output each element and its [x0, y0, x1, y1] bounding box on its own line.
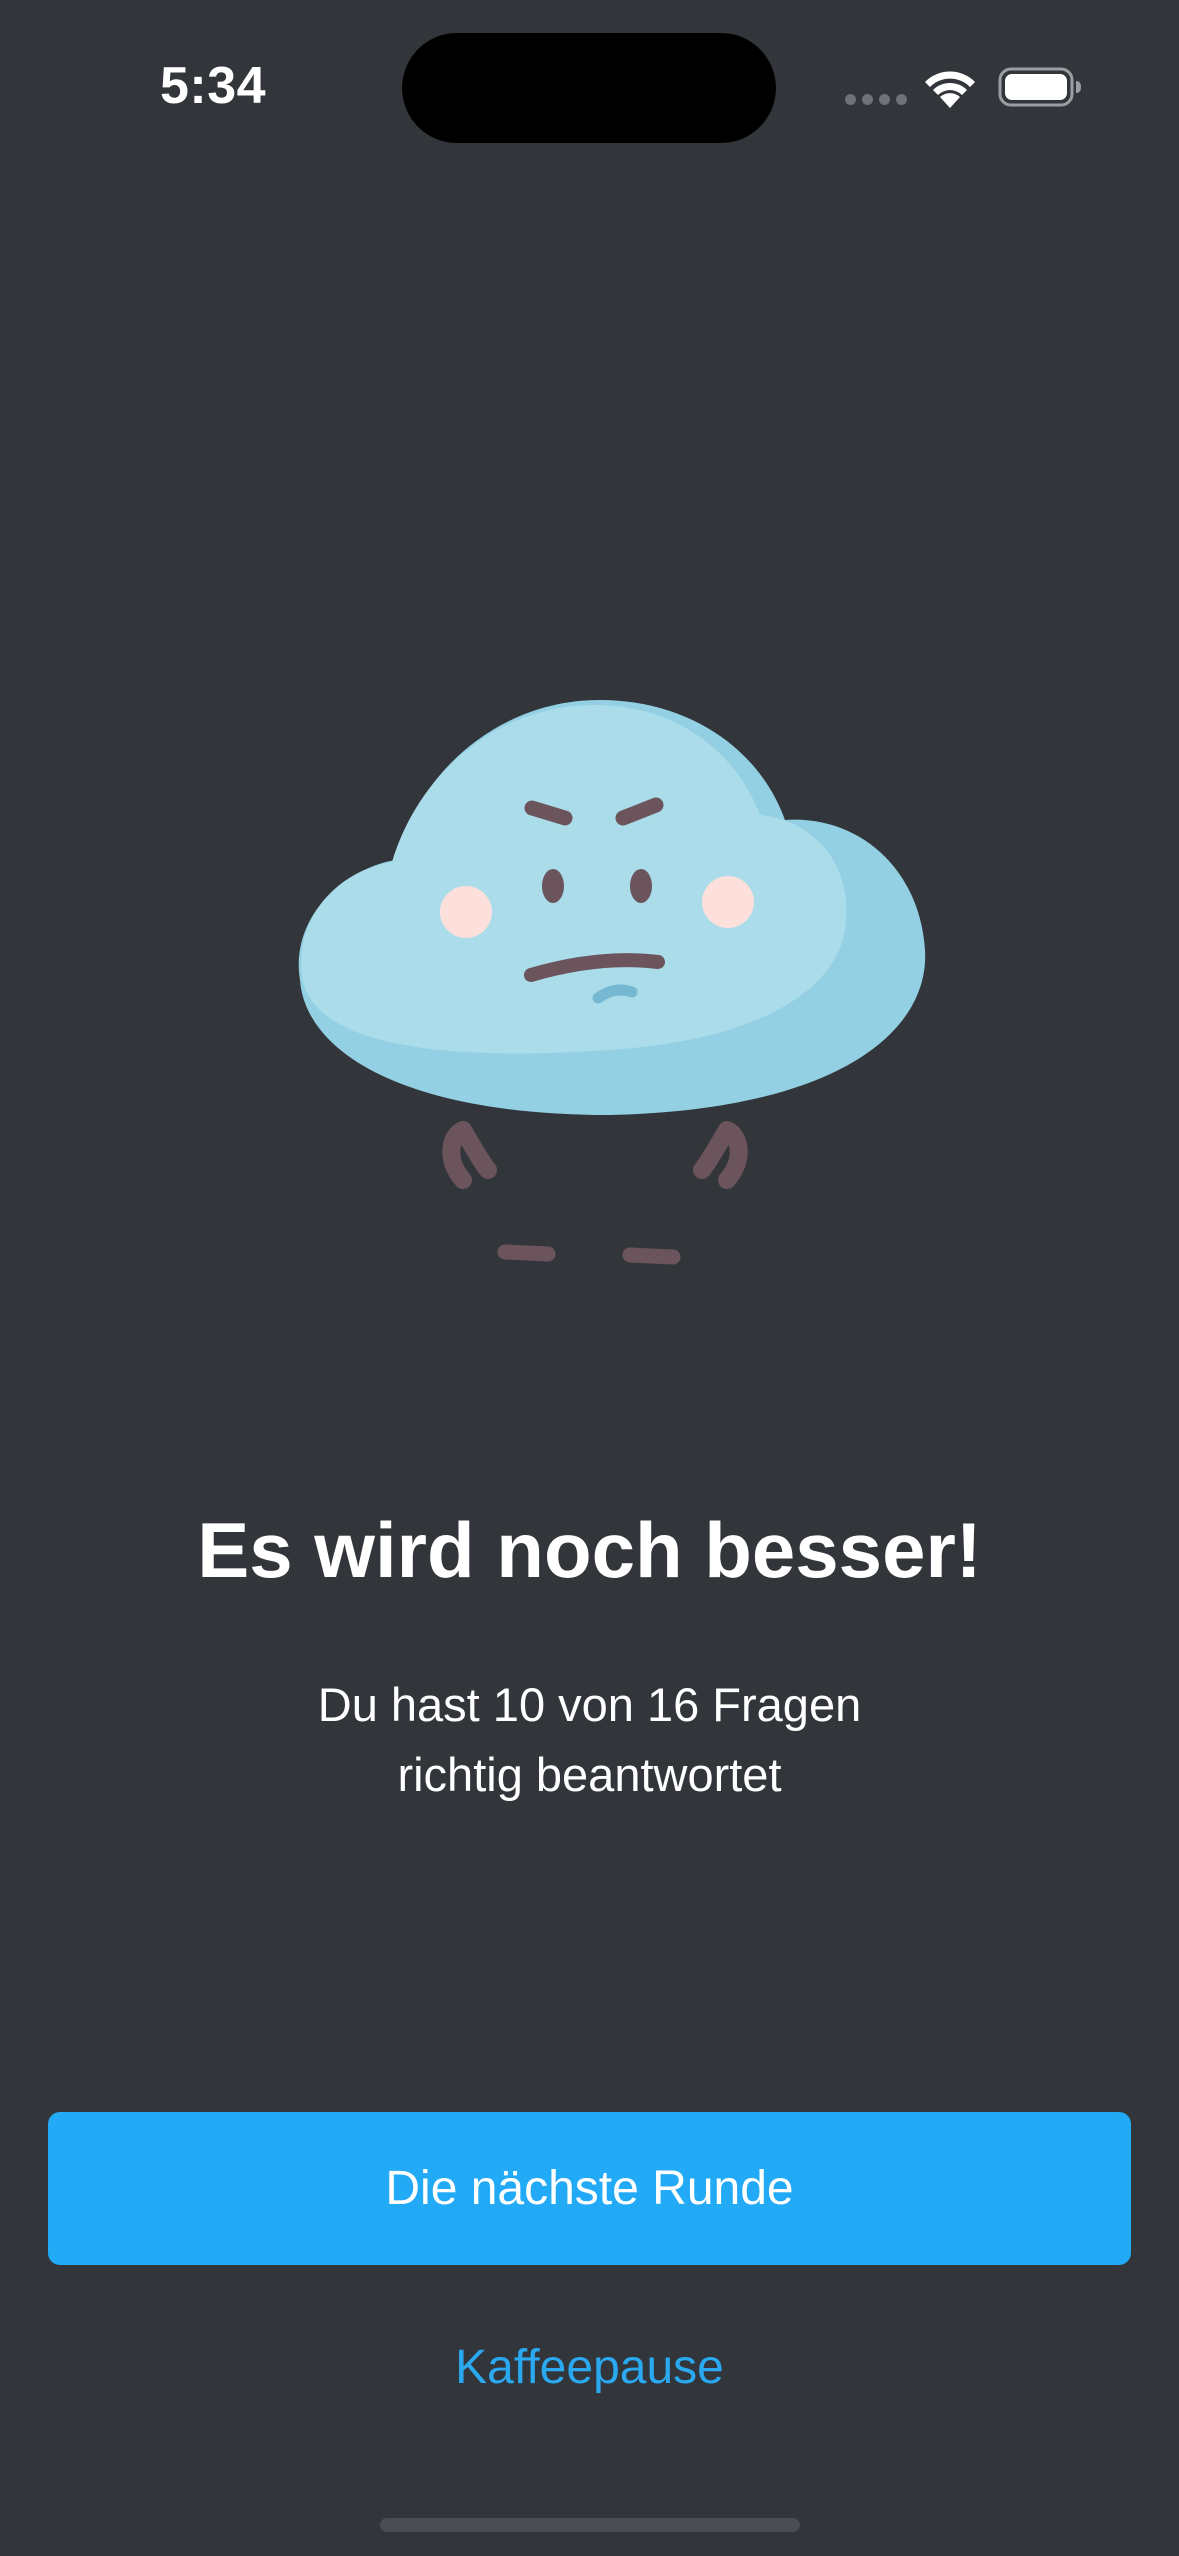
- result-subtitle-line-2: richtig beantwortet: [397, 1748, 782, 1801]
- result-screen: 5:34 Es wird noch besser! Du hast 10 von…: [0, 0, 1179, 2556]
- result-subtitle-line-1: Du hast 10 von 16 Fragen: [317, 1678, 862, 1731]
- home-indicator[interactable]: [380, 2518, 800, 2532]
- wifi-icon: [925, 71, 975, 108]
- coffee-break-link[interactable]: Kaffeepause: [0, 2340, 1179, 2395]
- dynamic-island: [402, 33, 776, 143]
- cellular-signal-icon: [845, 94, 907, 105]
- battery-icon: [998, 67, 1081, 107]
- result-subtitle: Du hast 10 von 16 Fragen richtig beantwo…: [0, 1670, 1179, 1810]
- status-time: 5:34: [160, 57, 267, 115]
- grumpy-cloud-icon: [298, 700, 926, 1265]
- result-title: Es wird noch besser!: [197, 1506, 982, 1594]
- next-round-button[interactable]: Die nächste Runde: [48, 2112, 1131, 2265]
